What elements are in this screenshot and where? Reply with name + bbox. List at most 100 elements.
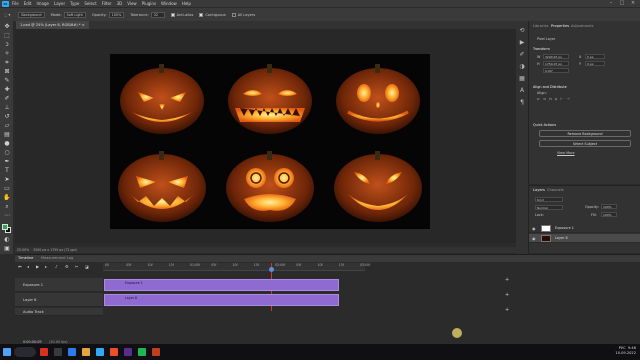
add-media-icon[interactable]: +	[505, 292, 509, 298]
tab-layers[interactable]: Layers	[533, 188, 545, 192]
menu-window[interactable]: Window	[161, 1, 177, 6]
tolerance-field[interactable]: 32	[150, 11, 165, 18]
crop-icon[interactable]: ⌗	[3, 59, 11, 67]
first-frame-icon[interactable]: ⏮	[18, 264, 22, 269]
play-icon[interactable]: ▶	[36, 264, 39, 269]
tab-channels[interactable]: Channels	[547, 188, 564, 192]
settings-icon[interactable]: ⚙	[65, 264, 69, 269]
height-field[interactable]: 1750.07 px	[543, 61, 569, 66]
layer-row-layer-8[interactable]: ◉ Layer 8	[529, 234, 640, 243]
document-tab[interactable]: 1.psd @ 25% (Layer 8, RGB/8#) * ×	[16, 21, 89, 29]
menu-3d[interactable]: 3D	[117, 1, 123, 6]
record-icon[interactable]	[40, 348, 48, 356]
next-frame-icon[interactable]: ▸	[45, 264, 47, 269]
tool-preset-icon[interactable]: ⬚ ▾	[4, 13, 10, 17]
menu-plugins[interactable]: Plugins	[142, 1, 156, 6]
quick-actions-header[interactable]: Quick Actions	[533, 123, 556, 127]
audio-icon[interactable]: ♪	[55, 264, 58, 269]
stamp-icon[interactable]: ⊥	[3, 104, 11, 112]
align-buttons[interactable]: ⊏ ⊐ ⊓ ⊔ ⊢ ⊣	[537, 97, 570, 101]
antialias-check-icon[interactable]	[170, 12, 175, 17]
tab-timeline[interactable]: Timeline	[18, 256, 33, 260]
y-field[interactable]: 0 px	[585, 61, 605, 66]
add-media-icon[interactable]: +	[505, 277, 509, 283]
fill-source-select[interactable]: Background	[16, 11, 45, 18]
brush-panel-icon[interactable]: ✐	[518, 51, 526, 59]
zoom-readout[interactable]: 25.00%	[17, 248, 29, 252]
app-icon[interactable]	[138, 348, 146, 356]
dodge-icon[interactable]: ○	[3, 149, 11, 157]
width-field[interactable]: 3200.67 px	[543, 54, 569, 59]
tab-libraries[interactable]: Libraries	[533, 24, 549, 28]
x-field[interactable]: 0 px	[585, 54, 605, 59]
timeline-clip[interactable]: Layer 8	[104, 294, 339, 306]
gradient-icon[interactable]: ▤	[3, 131, 11, 139]
hand-icon[interactable]: ✋	[3, 194, 11, 202]
swatches-panel-icon[interactable]: ▦	[518, 75, 526, 83]
playhead-handle[interactable]	[269, 267, 274, 272]
app-icon[interactable]	[110, 348, 118, 356]
tab-properties[interactable]: Properties	[551, 24, 569, 28]
app-icon[interactable]	[152, 348, 160, 356]
opacity-field[interactable]: 100%	[108, 11, 125, 18]
remove-background-button[interactable]: Remove Background	[539, 130, 631, 137]
explorer-icon[interactable]	[82, 348, 90, 356]
close-tab-icon[interactable]: ×	[82, 23, 85, 27]
eraser-icon[interactable]: ▱	[3, 122, 11, 130]
menu-image[interactable]: Image	[36, 1, 49, 6]
app-icon[interactable]	[124, 348, 132, 356]
menu-layer[interactable]: Layer	[54, 1, 65, 6]
prev-frame-icon[interactable]: ◂	[27, 264, 29, 269]
paragraph-panel-icon[interactable]: ¶	[518, 99, 526, 107]
timeline-ruler[interactable]: 00 05f 10f 15f 01:00f 05f 10f 15f 02:00f 05f 10f 15…	[103, 263, 370, 271]
layer-opacity-field[interactable]: 100%	[601, 204, 617, 209]
move-icon[interactable]: ✥	[3, 23, 11, 31]
zoom-icon[interactable]: ⌕	[3, 203, 11, 211]
blur-icon[interactable]: ●	[3, 140, 11, 148]
more-tools-icon[interactable]: ⋯	[3, 212, 11, 220]
track-label[interactable]: Layer 8	[15, 293, 103, 307]
eyedropper-icon[interactable]: ✎	[3, 77, 11, 85]
foreground-color-swatch[interactable]	[2, 224, 8, 230]
antialias-checkbox[interactable]: Anti-alias	[170, 12, 193, 17]
task-view-icon[interactable]	[54, 348, 62, 356]
tab-adjustments[interactable]: Adjustments	[571, 24, 594, 28]
frame-icon[interactable]: ⊠	[3, 68, 11, 76]
language-indicator[interactable]: РУС	[619, 346, 626, 350]
timeline-clip[interactable]: Exposure 1	[104, 279, 339, 291]
pen-icon[interactable]: ✒	[3, 158, 11, 166]
brush-icon[interactable]: ✐	[3, 95, 11, 103]
clock-date[interactable]: 10.09.2022	[615, 351, 636, 355]
photoshop-taskbar-icon[interactable]	[96, 348, 104, 356]
transform-section-header[interactable]: Transform	[533, 47, 550, 51]
start-icon[interactable]	[3, 348, 11, 356]
rectangle-icon[interactable]: ▭	[3, 185, 11, 193]
all-layers-check-icon[interactable]	[231, 12, 236, 17]
tab-measurement-log[interactable]: Measurement Log	[41, 256, 73, 260]
menu-type[interactable]: Type	[70, 1, 79, 6]
history-brush-icon[interactable]: ↺	[3, 113, 11, 121]
layer-row-exposure-1[interactable]: ◉ Exposure 1	[529, 224, 640, 233]
marquee-icon[interactable]: ⬚	[3, 32, 11, 40]
view-more-link[interactable]: View More	[557, 151, 575, 155]
history-panel-icon[interactable]: ⟲	[518, 27, 526, 35]
track-label[interactable]: Exposure 1	[15, 278, 103, 292]
fill-source-value[interactable]: Background	[18, 11, 45, 18]
menu-filter[interactable]: Filter	[102, 1, 112, 6]
transition-icon[interactable]: ◪	[85, 264, 89, 269]
mode-select[interactable]: Soft Light	[63, 11, 86, 18]
angle-field[interactable]: 0.00°	[543, 68, 569, 73]
path-select-icon[interactable]: ➤	[3, 176, 11, 184]
all-layers-checkbox[interactable]: All Layers	[231, 12, 255, 17]
track-label[interactable]: Audio Track	[15, 308, 103, 316]
type-panel-icon[interactable]: A	[518, 87, 526, 95]
system-tray[interactable]: РУС 9:46 10.09.2022	[615, 346, 636, 356]
screen-mode-icon[interactable]: ▣	[3, 245, 11, 253]
edge-icon[interactable]	[68, 348, 76, 356]
document-canvas[interactable]	[110, 54, 430, 229]
search-icon[interactable]	[14, 347, 36, 357]
color-panel-icon[interactable]: ◑	[518, 63, 526, 71]
align-section-header[interactable]: Align and Distribute	[533, 85, 567, 89]
menu-help[interactable]: Help	[182, 1, 191, 6]
type-icon[interactable]: T	[3, 167, 11, 175]
